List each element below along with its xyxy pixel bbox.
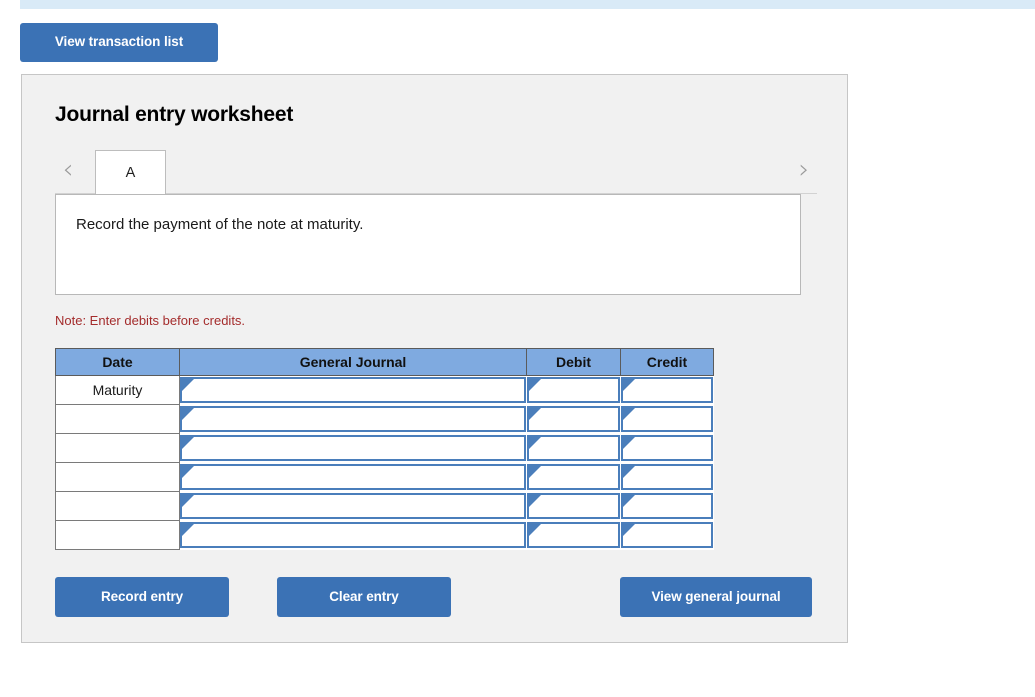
- credit-input[interactable]: [623, 524, 711, 546]
- cell-general-journal[interactable]: [180, 434, 527, 463]
- cell-debit-box[interactable]: [527, 377, 620, 403]
- cell-credit[interactable]: [621, 376, 714, 405]
- cell-date: [56, 521, 180, 550]
- general-journal-input[interactable]: [182, 495, 524, 517]
- cell-debit[interactable]: [527, 521, 621, 550]
- general-journal-input[interactable]: [182, 437, 524, 459]
- cell-date: [56, 463, 180, 492]
- general-journal-input[interactable]: [182, 408, 524, 430]
- table-row: [56, 463, 714, 492]
- cell-credit[interactable]: [621, 492, 714, 521]
- debit-input[interactable]: [529, 408, 618, 430]
- debit-input[interactable]: [529, 379, 618, 401]
- cell-general-journal[interactable]: [180, 463, 527, 492]
- cell-debit-box[interactable]: [527, 522, 620, 548]
- table-row: [56, 521, 714, 550]
- cell-general-journal-box[interactable]: [180, 522, 526, 548]
- debit-input[interactable]: [529, 466, 618, 488]
- journal-entry-table: Date General Journal Debit Credit Maturi…: [55, 348, 714, 550]
- next-tab-icon[interactable]: ›: [791, 152, 817, 186]
- cell-credit-box[interactable]: [621, 464, 713, 490]
- cell-general-journal[interactable]: [180, 521, 527, 550]
- cell-general-journal[interactable]: [180, 405, 527, 434]
- cell-debit-box[interactable]: [527, 406, 620, 432]
- cell-debit[interactable]: [527, 492, 621, 521]
- record-entry-button[interactable]: Record entry: [55, 577, 229, 617]
- credit-input[interactable]: [623, 379, 711, 401]
- column-header-date: Date: [56, 349, 180, 376]
- column-header-general-journal: General Journal: [180, 349, 527, 376]
- cell-credit[interactable]: [621, 463, 714, 492]
- table-row: [56, 405, 714, 434]
- general-journal-input[interactable]: [182, 466, 524, 488]
- column-header-debit: Debit: [527, 349, 621, 376]
- cell-general-journal-box[interactable]: [180, 493, 526, 519]
- general-journal-input[interactable]: [182, 379, 524, 401]
- debit-input[interactable]: [529, 524, 618, 546]
- cell-general-journal-box[interactable]: [180, 435, 526, 461]
- cell-date: Maturity: [56, 376, 180, 405]
- cell-debit-box[interactable]: [527, 464, 620, 490]
- worksheet-tabstrip: ‹ A ›: [55, 146, 817, 194]
- tab-a[interactable]: A: [95, 150, 166, 194]
- view-general-journal-button[interactable]: View general journal: [620, 577, 812, 617]
- journal-entry-worksheet-panel: Journal entry worksheet ‹ A › Record the…: [21, 74, 848, 643]
- cell-debit[interactable]: [527, 405, 621, 434]
- column-header-credit: Credit: [621, 349, 714, 376]
- credit-input[interactable]: [623, 437, 711, 459]
- cell-debit-box[interactable]: [527, 493, 620, 519]
- cell-credit-box[interactable]: [621, 435, 713, 461]
- cell-debit[interactable]: [527, 376, 621, 405]
- debits-before-credits-note: Note: Enter debits before credits.: [55, 313, 245, 328]
- cell-credit[interactable]: [621, 521, 714, 550]
- table-row: [56, 492, 714, 521]
- cell-general-journal-box[interactable]: [180, 464, 526, 490]
- credit-input[interactable]: [623, 495, 711, 517]
- page-title: Journal entry worksheet: [55, 103, 293, 127]
- table-row: Maturity: [56, 376, 714, 405]
- cell-debit-box[interactable]: [527, 435, 620, 461]
- debit-input[interactable]: [529, 437, 618, 459]
- transaction-description-box: Record the payment of the note at maturi…: [55, 194, 801, 295]
- general-journal-input[interactable]: [182, 524, 524, 546]
- cell-debit[interactable]: [527, 463, 621, 492]
- cell-date: [56, 434, 180, 463]
- previous-tab-icon[interactable]: ‹: [55, 152, 81, 186]
- cell-date: [56, 405, 180, 434]
- cell-debit[interactable]: [527, 434, 621, 463]
- cell-credit[interactable]: [621, 434, 714, 463]
- credit-input[interactable]: [623, 466, 711, 488]
- cell-credit-box[interactable]: [621, 377, 713, 403]
- cell-general-journal-box[interactable]: [180, 377, 526, 403]
- table-header-row: Date General Journal Debit Credit: [56, 349, 714, 376]
- credit-input[interactable]: [623, 408, 711, 430]
- table-row: [56, 434, 714, 463]
- cell-credit[interactable]: [621, 405, 714, 434]
- cell-credit-box[interactable]: [621, 522, 713, 548]
- top-accent-bar: [20, 0, 1035, 9]
- debit-input[interactable]: [529, 495, 618, 517]
- cell-general-journal[interactable]: [180, 376, 527, 405]
- cell-general-journal-box[interactable]: [180, 406, 526, 432]
- clear-entry-button[interactable]: Clear entry: [277, 577, 451, 617]
- cell-date: [56, 492, 180, 521]
- cell-general-journal[interactable]: [180, 492, 527, 521]
- cell-credit-box[interactable]: [621, 406, 713, 432]
- journal-entry-table-body: Maturity: [56, 376, 714, 550]
- cell-credit-box[interactable]: [621, 493, 713, 519]
- view-transaction-list-button[interactable]: View transaction list: [20, 23, 218, 62]
- transaction-description-text: Record the payment of the note at maturi…: [76, 216, 363, 233]
